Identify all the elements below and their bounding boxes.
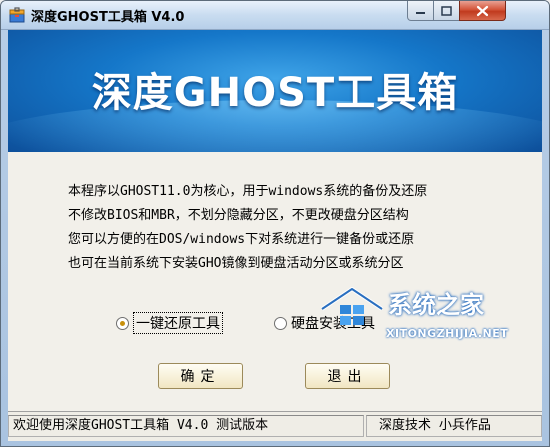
maximize-icon [441, 5, 452, 16]
window-title: 深度GHOST工具箱 V4.0 [31, 10, 185, 25]
one-click-restore-option[interactable]: 一键还原工具 [116, 312, 223, 334]
status-author-text: 深度技术 小兵作品 [366, 415, 542, 437]
description-line: 本程序以GHOST11.0为核心，用于windows系统的备份及还原 [68, 184, 428, 199]
title-bar[interactable]: 深度GHOST工具箱 V4.0 [1, 1, 549, 30]
ok-button[interactable]: 确定 [158, 363, 243, 389]
description-line: 您可以方便的在DOS/windows下对系统进行一键备份或还原 [68, 232, 415, 247]
maximize-button[interactable] [433, 1, 460, 21]
banner-title: 深度GHOST工具箱 [91, 70, 459, 116]
minimize-icon [416, 12, 425, 14]
client-area: 深度GHOST工具箱 本程序以GHOST11.0为核心，用于windows系统的… [8, 30, 542, 441]
app-window: 深度GHOST工具箱 V4.0 深度GHOST工具箱 本程序以GHOST11.0… [0, 0, 550, 447]
minimize-button[interactable] [407, 1, 434, 21]
one-click-restore-label: 一键还原工具 [133, 312, 223, 334]
description-line: 也可在当前系统下安装GHO镜像到硬盘活动分区或系统分区 [68, 256, 404, 271]
watermark-subtitle: XITONGZHIJIA.NET [386, 327, 509, 340]
close-button[interactable] [459, 1, 506, 21]
status-welcome-text: 欢迎使用深度GHOST工具箱 V4.0 测试版本 [8, 415, 364, 437]
exit-button[interactable]: 退出 [305, 363, 390, 389]
watermark: 系统之家 XITONGZHIJIA.NET [318, 285, 548, 355]
watermark-title: 系统之家 [388, 291, 484, 319]
house-logo-icon [320, 287, 384, 325]
banner: 深度GHOST工具箱 [8, 30, 542, 152]
disk-install-radio[interactable] [274, 316, 287, 330]
description: 本程序以GHOST11.0为核心，用于windows系统的备份及还原 不修改BI… [68, 180, 498, 276]
close-icon [476, 5, 489, 16]
one-click-restore-radio[interactable] [116, 316, 129, 330]
status-bar: 欢迎使用深度GHOST工具箱 V4.0 测试版本 深度技术 小兵作品 [8, 411, 542, 441]
description-line: 不修改BIOS和MBR，不划分隐藏分区，不更改硬盘分区结构 [68, 208, 409, 223]
toolbox-icon [9, 7, 25, 23]
